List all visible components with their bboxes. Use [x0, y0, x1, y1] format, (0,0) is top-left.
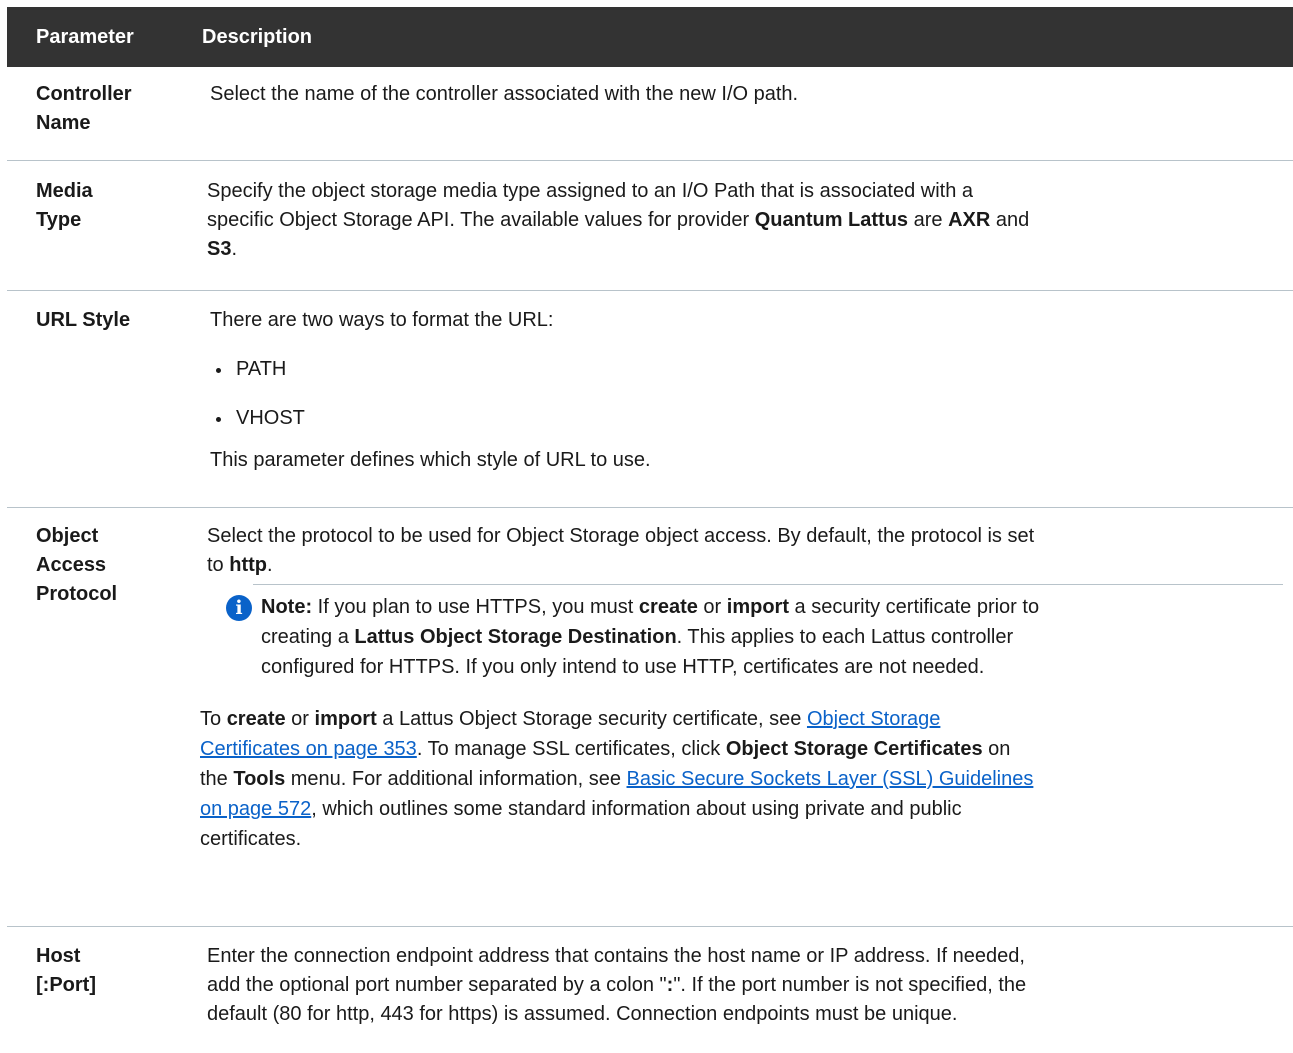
row-divider	[7, 926, 1293, 927]
param-desc: There are two ways to format the URL: PA…	[210, 306, 1290, 475]
param-desc: Select the name of the controller associ…	[210, 83, 799, 105]
link-ssl-guidelines[interactable]: Basic Secure Sockets Layer (SSL) Guideli…	[627, 768, 1034, 790]
header-description: Description	[202, 26, 313, 48]
note: Note: If you plan to use HTTPS, you must…	[261, 596, 1040, 678]
row-divider	[7, 290, 1293, 291]
bullet-icon	[216, 417, 221, 422]
row-divider	[7, 160, 1293, 161]
link-object-storage-certificates[interactable]: Object Storage	[807, 708, 940, 730]
link-object-storage-certificates-page[interactable]: Certificates on page 353	[200, 738, 417, 760]
note-divider	[253, 584, 1283, 585]
param-name: URL Style	[36, 309, 131, 331]
certificates-paragraph: To create or import a Lattus Object Stor…	[200, 708, 1034, 850]
bullet-icon	[216, 368, 221, 373]
parameter-table: Parameter Description Controller Name Se…	[0, 0, 1293, 1053]
param-name: Object Access Protocol	[36, 525, 118, 605]
list-item: PATH	[210, 355, 1290, 384]
param-desc: Enter the connection endpoint address th…	[207, 945, 1027, 1025]
param-desc: Specify the object storage media type as…	[207, 180, 1030, 260]
row-divider	[7, 507, 1293, 508]
info-icon: i	[226, 595, 252, 621]
list-item: VHOST	[210, 404, 1290, 433]
param-name: Controller Name	[36, 83, 132, 134]
param-name: Host [:Port]	[36, 945, 96, 996]
param-name: Media Type	[36, 180, 93, 231]
link-ssl-guidelines-page[interactable]: on page 572	[200, 798, 311, 820]
param-desc: Select the protocol to be used for Objec…	[207, 525, 1035, 576]
table-header: Parameter Description	[7, 7, 1293, 67]
header-parameter: Parameter	[36, 26, 134, 48]
